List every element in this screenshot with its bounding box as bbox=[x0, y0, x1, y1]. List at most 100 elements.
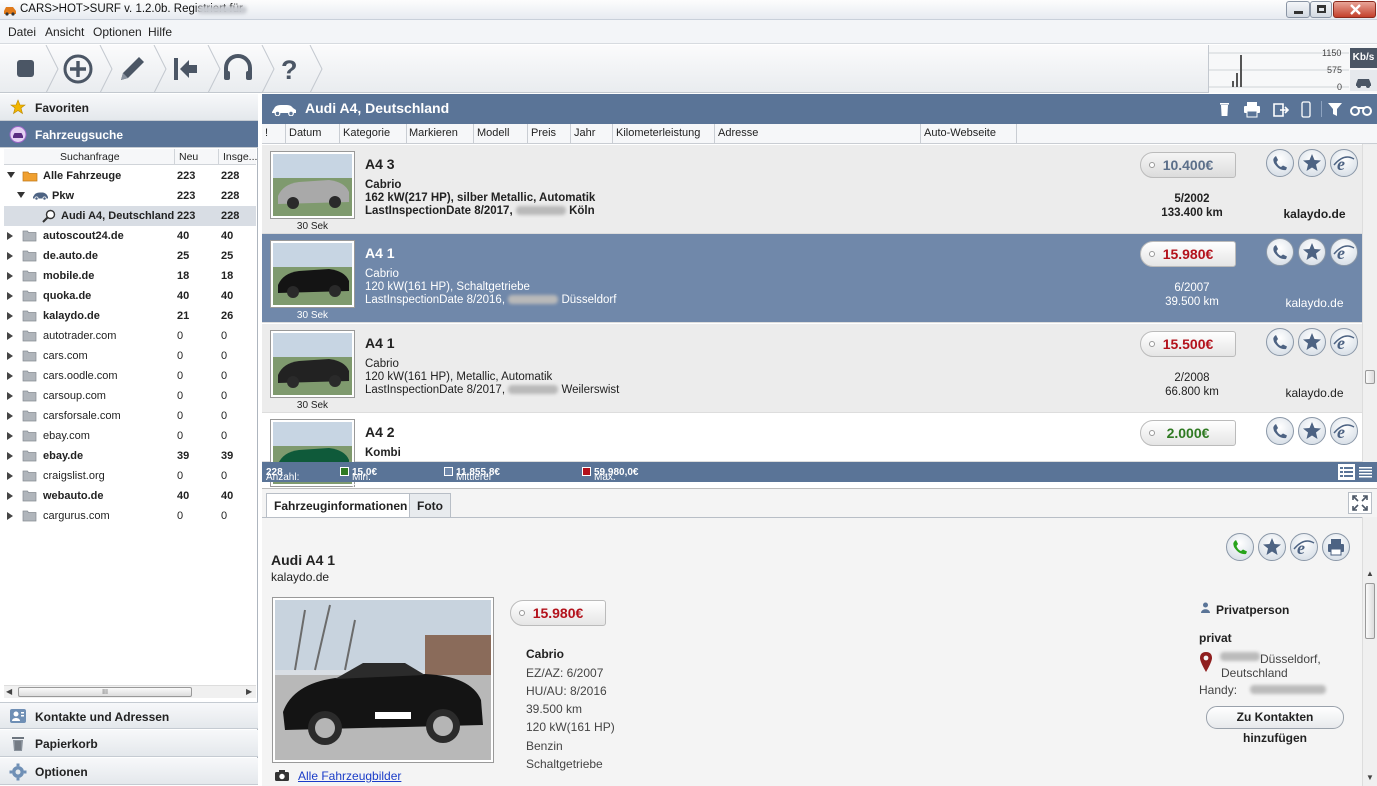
tree-row[interactable]: Alle Fahrzeuge 223 228 bbox=[4, 166, 256, 186]
binoculars-icon[interactable] bbox=[1350, 100, 1374, 118]
column-header-2[interactable]: Kategorie bbox=[343, 127, 390, 139]
filter-icon[interactable] bbox=[1326, 100, 1344, 118]
favorite-button[interactable] bbox=[1298, 149, 1326, 177]
all-images-link[interactable]: Alle Fahrzeugbilder bbox=[298, 769, 401, 783]
browser-button[interactable]: e bbox=[1330, 417, 1358, 445]
column-header-5[interactable]: Preis bbox=[531, 127, 556, 139]
tree-row[interactable]: de.auto.de 25 25 bbox=[4, 246, 256, 266]
expand-down-icon[interactable] bbox=[7, 172, 15, 179]
column-divider[interactable] bbox=[714, 124, 715, 144]
detail-vscrollbar[interactable]: ▲ ▼ bbox=[1362, 517, 1377, 786]
column-divider[interactable] bbox=[285, 124, 286, 144]
column-header-8[interactable]: Adresse bbox=[718, 127, 758, 139]
col-suchanfrage[interactable]: Suchanfrage bbox=[60, 151, 120, 163]
list-view-icon[interactable] bbox=[1357, 464, 1374, 480]
listing-thumbnail[interactable] bbox=[270, 240, 355, 308]
expand-right-icon[interactable] bbox=[7, 352, 13, 360]
listing-card[interactable]: 30 Sek A4 1 Cabrio 120 kW(161 HP), Metallic… bbox=[262, 324, 1362, 413]
expand-right-icon[interactable] bbox=[7, 492, 13, 500]
column-divider[interactable] bbox=[406, 124, 407, 144]
fullscreen-icon[interactable] bbox=[1348, 492, 1372, 514]
expand-right-icon[interactable] bbox=[7, 232, 13, 240]
tree-row[interactable]: ebay.de 39 39 bbox=[4, 446, 256, 466]
listing-card[interactable]: 30 Sek A4 3 Cabrio 162 kW(217 HP), silber M… bbox=[262, 145, 1362, 234]
col-neu[interactable]: Neu bbox=[179, 151, 198, 163]
tree-row[interactable]: kalaydo.de 21 26 bbox=[4, 306, 256, 326]
maximize-button[interactable] bbox=[1310, 1, 1332, 18]
tree-row[interactable]: webauto.de 40 40 bbox=[4, 486, 256, 506]
car-view-icon[interactable] bbox=[1350, 70, 1377, 91]
expand-right-icon[interactable] bbox=[7, 252, 13, 260]
tree-row[interactable]: cargurus.com 0 0 bbox=[4, 506, 256, 526]
column-header-9[interactable]: Auto-Webseite bbox=[924, 127, 996, 139]
tree-row[interactable]: mobile.de 18 18 bbox=[4, 266, 256, 286]
tab-fahrzeuginformationen[interactable]: Fahrzeuginformationen bbox=[266, 493, 416, 517]
column-header-3[interactable]: Markieren bbox=[409, 127, 458, 139]
minimize-button[interactable] bbox=[1286, 1, 1310, 18]
detail-scroll-down[interactable]: ▼ bbox=[1366, 773, 1374, 782]
column-divider[interactable] bbox=[920, 124, 921, 144]
sidebar-favoriten[interactable]: Favoriten bbox=[0, 94, 258, 121]
column-header-4[interactable]: Modell bbox=[477, 127, 509, 139]
call-button[interactable] bbox=[1266, 328, 1294, 356]
column-header-7[interactable]: Kilometerleistung bbox=[616, 127, 700, 139]
column-divider[interactable] bbox=[339, 124, 340, 144]
close-button[interactable] bbox=[1333, 1, 1376, 18]
browser-button[interactable]: e bbox=[1330, 238, 1358, 266]
print-icon[interactable] bbox=[1244, 100, 1262, 118]
column-divider[interactable] bbox=[527, 124, 528, 144]
detail-favorite-button[interactable] bbox=[1258, 533, 1286, 561]
listing-site[interactable]: kalaydo.de bbox=[1262, 207, 1367, 221]
expand-right-icon[interactable] bbox=[7, 392, 13, 400]
tree-row[interactable]: autoscout24.de 40 40 bbox=[4, 226, 256, 246]
column-header-6[interactable]: Jahr bbox=[574, 127, 595, 139]
detail-browser-button[interactable]: e bbox=[1290, 533, 1318, 561]
tree-row[interactable]: carsforsale.com 0 0 bbox=[4, 406, 256, 426]
listing-site[interactable]: kalaydo.de bbox=[1262, 296, 1367, 310]
browser-button[interactable]: e bbox=[1330, 328, 1358, 356]
listing-thumbnail[interactable] bbox=[270, 330, 355, 398]
tree-row[interactable]: cars.oodle.com 0 0 bbox=[4, 366, 256, 386]
delete-icon[interactable] bbox=[1219, 100, 1235, 118]
detail-call-button[interactable] bbox=[1226, 533, 1254, 561]
expand-right-icon[interactable] bbox=[7, 332, 13, 340]
menu-datei[interactable]: Datei bbox=[8, 25, 36, 39]
tree-row[interactable]: craigslist.org 0 0 bbox=[4, 466, 256, 486]
menu-ansicht[interactable]: Ansicht bbox=[45, 25, 84, 39]
add-contact-button[interactable]: Zu Kontakten hinzufügen bbox=[1206, 706, 1344, 745]
favorite-button[interactable] bbox=[1298, 238, 1326, 266]
expand-right-icon[interactable] bbox=[7, 432, 13, 440]
tree-row[interactable]: cars.com 0 0 bbox=[4, 346, 256, 366]
listing-site[interactable]: kalaydo.de bbox=[1262, 386, 1367, 400]
expand-right-icon[interactable] bbox=[7, 372, 13, 380]
card-view-icon[interactable] bbox=[1338, 464, 1355, 480]
sidebar-fahrzeugsuche[interactable]: Fahrzeugsuche bbox=[0, 121, 258, 148]
expand-right-icon[interactable] bbox=[7, 452, 13, 460]
detail-scroll-up[interactable]: ▲ bbox=[1366, 569, 1374, 578]
sidebar-optionen[interactable]: Optionen bbox=[0, 758, 258, 785]
expand-right-icon[interactable] bbox=[7, 292, 13, 300]
tree-row[interactable]: quoka.de 40 40 bbox=[4, 286, 256, 306]
tree-row[interactable]: Pkw 223 228 bbox=[4, 186, 256, 206]
tab-foto[interactable]: Foto bbox=[409, 493, 451, 517]
expand-down-icon[interactable] bbox=[17, 192, 25, 199]
speed-unit[interactable]: Kb/s bbox=[1350, 48, 1377, 68]
column-header-1[interactable]: Datum bbox=[289, 127, 321, 139]
favorite-button[interactable] bbox=[1298, 328, 1326, 356]
list-vscrollbar[interactable] bbox=[1362, 144, 1377, 462]
column-divider[interactable] bbox=[473, 124, 474, 144]
detail-site[interactable]: kalaydo.de bbox=[271, 570, 329, 584]
list-scroll-thumb[interactable] bbox=[1365, 370, 1375, 384]
menu-hilfe[interactable]: Hilfe bbox=[148, 25, 172, 39]
call-button[interactable] bbox=[1266, 238, 1294, 266]
listing-card[interactable]: 30 Sek A4 1 Cabrio 120 kW(161 HP), Schaltge… bbox=[262, 234, 1362, 323]
favorite-button[interactable] bbox=[1298, 417, 1326, 445]
listing-card[interactable]: A4 2 Kombi 2.000€ e bbox=[262, 413, 1362, 487]
column-divider[interactable] bbox=[1016, 124, 1017, 144]
tree-row[interactable]: Audi A4, Deutschland 223 228 bbox=[4, 206, 256, 226]
detail-print-button[interactable] bbox=[1322, 533, 1350, 561]
mobile-icon[interactable] bbox=[1300, 100, 1314, 118]
detail-scroll-thumb[interactable] bbox=[1365, 583, 1375, 639]
column-divider[interactable] bbox=[570, 124, 571, 144]
scroll-thumb[interactable]: III bbox=[18, 687, 192, 697]
